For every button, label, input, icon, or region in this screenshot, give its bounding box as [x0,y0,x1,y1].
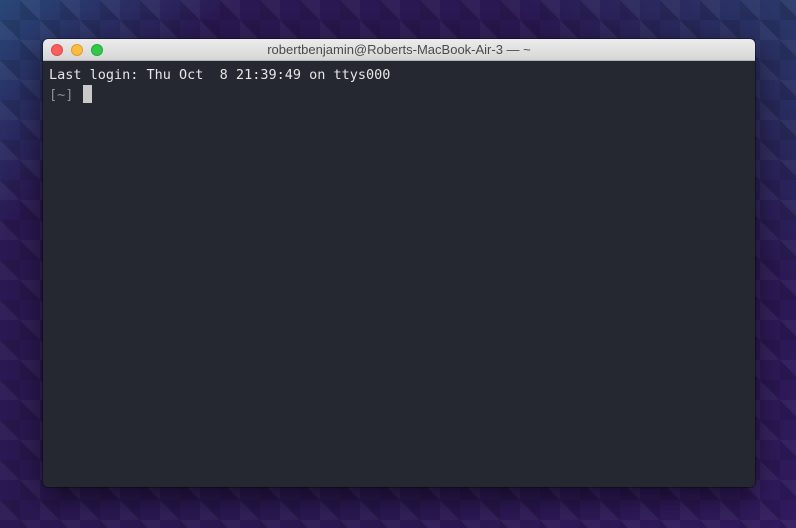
prompt-line: [~] [49,85,749,105]
shell-prompt: [~] [49,87,74,103]
title-bar[interactable]: robertbenjamin@Roberts-MacBook-Air-3 — ~ [43,39,755,61]
terminal-content[interactable]: Last login: Thu Oct 8 21:39:49 on ttys00… [43,61,755,487]
window-title: robertbenjamin@Roberts-MacBook-Air-3 — ~ [267,42,531,57]
terminal-window[interactable]: robertbenjamin@Roberts-MacBook-Air-3 — ~… [43,39,755,487]
last-login-line: Last login: Thu Oct 8 21:39:49 on ttys00… [49,67,391,83]
text-cursor [83,85,93,103]
